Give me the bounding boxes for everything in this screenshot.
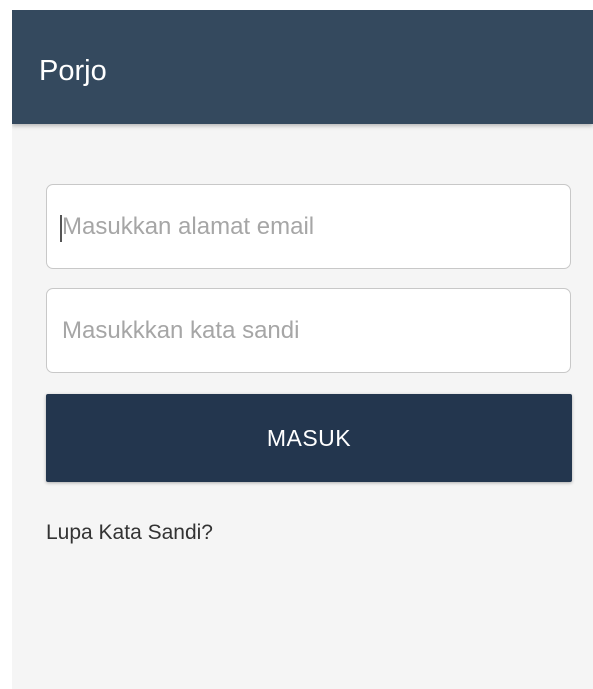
app-bar: Porjo bbox=[12, 10, 593, 124]
forgot-password-link[interactable]: Lupa Kata Sandi? bbox=[46, 520, 213, 546]
text-cursor bbox=[60, 215, 62, 242]
login-button[interactable]: MASUK bbox=[46, 394, 572, 482]
app-title: Porjo bbox=[39, 55, 107, 87]
login-screen: Porjo MASUK Lupa Kata Sandi? bbox=[12, 10, 593, 689]
email-field[interactable] bbox=[46, 184, 571, 269]
password-field[interactable] bbox=[46, 288, 571, 373]
